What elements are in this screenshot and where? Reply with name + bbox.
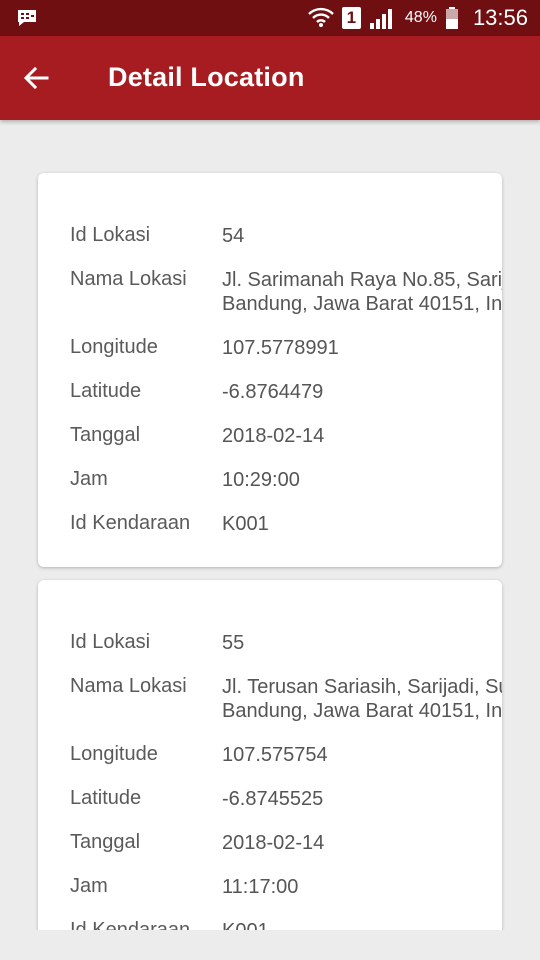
battery-percent: 48%	[404, 9, 437, 26]
value-longitude: 107.5778991	[222, 337, 339, 359]
label-jam: Jam	[70, 875, 108, 897]
label-id-kendaraan: Id Kendaraan	[70, 512, 191, 534]
value-jam: 10:29:00	[222, 469, 300, 491]
page-title: Detail Location	[108, 62, 305, 92]
value-tanggal: 2018-02-14	[222, 832, 325, 854]
label-longitude: Longitude	[70, 336, 158, 358]
value-id-kendaraan: K001	[222, 513, 269, 535]
label-latitude: Latitude	[70, 787, 142, 809]
label-nama-lokasi: Nama Lokasi	[70, 675, 187, 697]
signal-icon	[369, 9, 392, 29]
bottom-strip	[0, 930, 540, 960]
label-tanggal: Tanggal	[70, 424, 141, 446]
value-jam: 11:17:00	[222, 876, 299, 898]
label-id-kendaraan: Id Kendaraan	[70, 919, 191, 930]
nama-lokasi-line1: Jl. Sarimanah Raya No.85, Sarijadi, Suka…	[222, 269, 502, 291]
label-id-lokasi: Id Lokasi	[70, 224, 151, 246]
label-latitude: Latitude	[70, 380, 142, 402]
nama-lokasi-line2: Bandung, Jawa Barat 40151, Indonesia	[222, 700, 502, 722]
value-longitude: 107.575754	[222, 744, 328, 766]
nama-lokasi-line1: Jl. Terusan Sariasih, Sarijadi, Sukasari…	[222, 676, 502, 698]
arrow-back-icon[interactable]	[20, 62, 52, 94]
value-latitude: -6.8745525	[222, 788, 324, 810]
value-id-lokasi: 54	[222, 225, 245, 247]
app-bar: Detail Location	[0, 36, 540, 120]
clock: 13:56	[472, 5, 528, 30]
value-id-lokasi: 55	[222, 632, 245, 654]
value-tanggal: 2018-02-14	[222, 425, 325, 447]
location-list[interactable]: Id Lokasi 54 Nama Lokasi Jl. Sarimanah R…	[0, 120, 540, 930]
value-id-kendaraan: K001	[222, 919, 269, 930]
nama-lokasi-line2: Bandung, Jawa Barat 40151, Indonesia	[222, 293, 502, 315]
label-tanggal: Tanggal	[70, 831, 141, 853]
location-card[interactable]: Id Lokasi 55 Nama Lokasi Jl. Terusan Sar…	[38, 580, 502, 930]
label-id-lokasi: Id Lokasi	[70, 631, 151, 653]
value-nama-lokasi: Jl. Sarimanah Raya No.85, Sarijadi, Suka…	[222, 268, 502, 316]
sim-icon: 1	[341, 7, 361, 29]
status-bar: 1 48% 13:56	[0, 0, 540, 36]
wifi-icon	[308, 7, 334, 27]
label-longitude: Longitude	[70, 743, 158, 765]
label-jam: Jam	[70, 468, 108, 490]
sim-slot-label: 1	[346, 8, 357, 27]
label-nama-lokasi: Nama Lokasi	[70, 268, 187, 290]
location-card[interactable]: Id Lokasi 54 Nama Lokasi Jl. Sarimanah R…	[38, 173, 502, 567]
value-latitude: -6.8764479	[222, 381, 324, 403]
bbm-icon	[18, 10, 36, 26]
value-nama-lokasi: Jl. Terusan Sariasih, Sarijadi, Sukasari…	[222, 675, 502, 723]
battery-icon	[445, 7, 458, 29]
